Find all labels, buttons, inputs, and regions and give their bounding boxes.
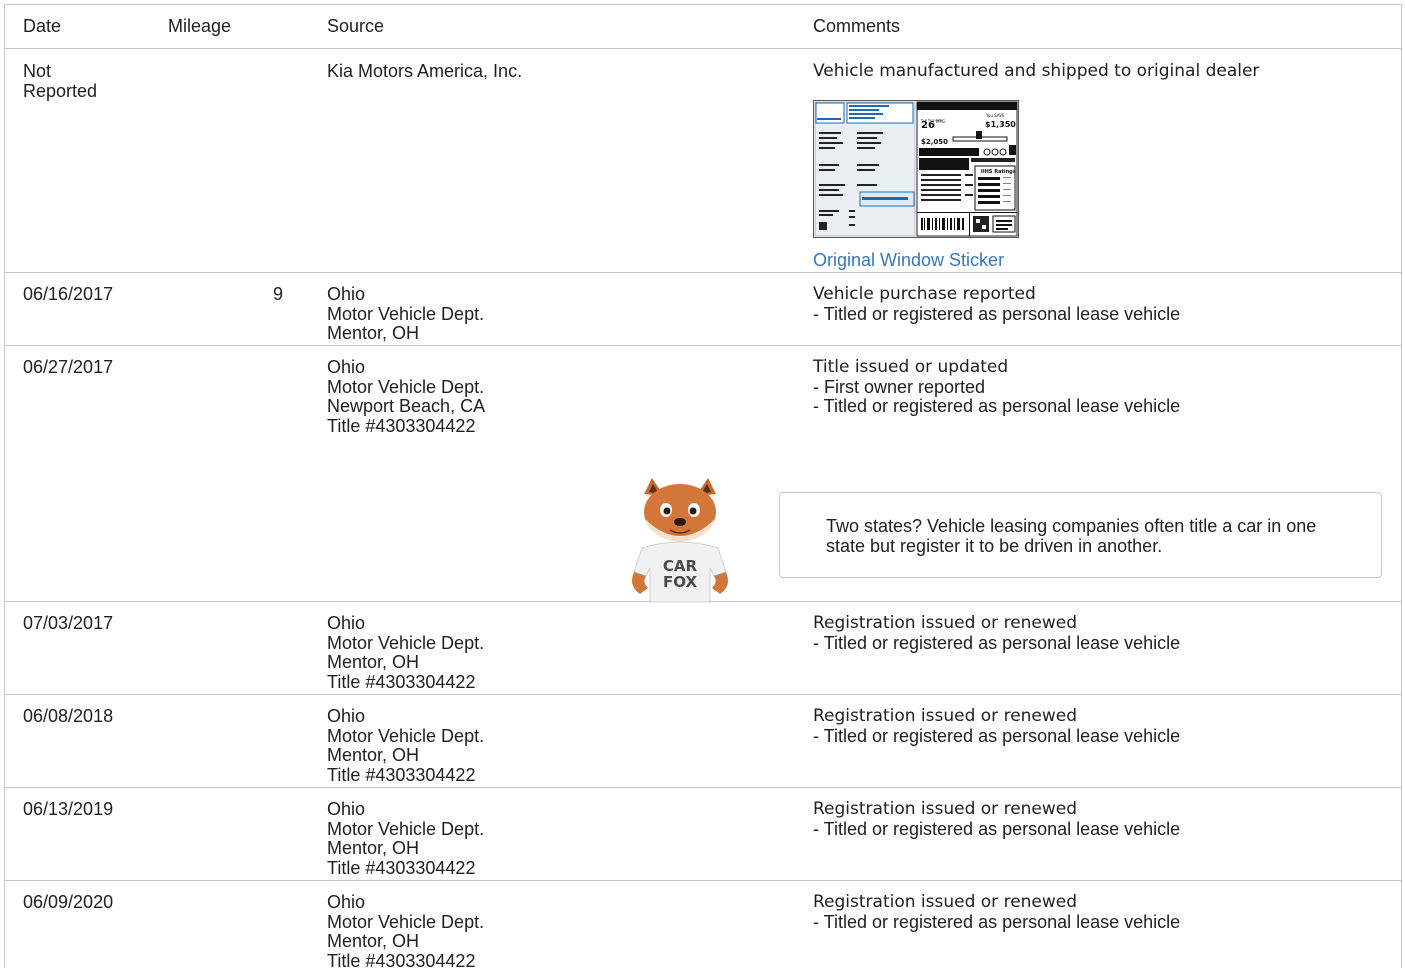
sticker-fuel-cost: $2,050 (921, 138, 948, 146)
comment-title: Title issued or updated (813, 357, 1009, 377)
comments-cell: Registration issued or renewed - Titled … (813, 613, 1393, 653)
date-cell: 06/08/2018 (23, 706, 114, 726)
table-header: Date Mileage Source Comments (5, 5, 1401, 49)
source-cell: Kia Motors America, Inc. (327, 61, 747, 82)
mileage-cell: 9 (272, 284, 283, 304)
source-line: Title #4303304422 (327, 764, 476, 785)
date-cell: Not Reported (23, 61, 133, 101)
source-line: Motor Vehicle Dept. (327, 376, 485, 397)
source-line: Mentor, OH (327, 323, 420, 343)
source-line: Motor Vehicle Dept. (327, 911, 485, 932)
source-line: Ohio (327, 799, 366, 819)
window-sticker-image: Fuel Economy 26 MPG You SAVE $1,350 $2,0… (813, 100, 1019, 238)
comments-cell: Vehicle manufactured and shipped to orig… (813, 61, 1393, 82)
date-line: Reported (23, 80, 98, 101)
carfox-tip-callout: Two states? Vehicle leasing companies of… (779, 492, 1382, 578)
table-row: 07/03/2017 Ohio Motor Vehicle Dept. Ment… (5, 602, 1401, 695)
source-cell: Ohio Motor Vehicle Dept. Mentor, OH Titl… (327, 613, 747, 692)
comment-item: - First owner reported (813, 376, 986, 397)
comment-title: Registration issued or renewed (813, 613, 1078, 633)
source-cell: Ohio Motor Vehicle Dept. Mentor, OH Titl… (327, 799, 747, 878)
comment-item: - Titled or registered as personal lease… (813, 911, 1181, 932)
vehicle-history-table: Date Mileage Source Comments Not Reporte… (4, 4, 1402, 970)
comments-cell: Title issued or updated - First owner re… (813, 357, 1393, 417)
source-line: Motor Vehicle Dept. (327, 632, 485, 653)
shirt-text-line2: FOX (663, 573, 697, 591)
source-line: Title #4303304422 (327, 950, 476, 971)
comment-item: - Titled or registered as personal lease… (813, 303, 1181, 324)
date-line: Not (23, 61, 52, 81)
source-line: Mentor, OH (327, 745, 420, 765)
comments-cell: Registration issued or renewed - Titled … (813, 799, 1393, 839)
source-line: Ohio (327, 357, 366, 377)
date-cell: 06/13/2019 (23, 799, 114, 819)
source-line: Title #4303304422 (327, 671, 476, 692)
window-sticker-link[interactable]: Original Window Sticker (813, 250, 1393, 271)
comment-item: - Titled or registered as personal lease… (813, 396, 1181, 416)
comment-title: Vehicle manufactured and shipped to orig… (813, 61, 1260, 81)
window-sticker-link-cell: Original Window Sticker (813, 250, 1393, 271)
date-cell: 07/03/2017 (23, 613, 114, 633)
comment-item: - Titled or registered as personal lease… (813, 632, 1181, 653)
source-cell: Ohio Motor Vehicle Dept. Mentor, OH Titl… (327, 892, 747, 971)
source-line: Mentor, OH (327, 838, 420, 858)
source-line: Motor Vehicle Dept. (327, 725, 485, 746)
header-mileage: Mileage (168, 16, 232, 36)
table-row: 06/13/2019 Ohio Motor Vehicle Dept. Ment… (5, 788, 1401, 881)
source-line: Ohio (327, 706, 366, 726)
sticker-mpg-unit: MPG (936, 119, 945, 124)
sticker-ratings-label: IIHS Ratings (981, 169, 1016, 175)
tip-text: Two states? Vehicle leasing companies of… (826, 516, 1317, 556)
comment-title: Registration issued or renewed (813, 799, 1078, 819)
header-source: Source (327, 16, 385, 36)
table-row: Not Reported Kia Motors America, Inc. Ve… (5, 49, 1401, 273)
carfox-mascot-icon: CAR FOX (632, 478, 728, 603)
source-line: Newport Beach, CA (327, 396, 486, 416)
source-cell: Ohio Motor Vehicle Dept. Newport Beach, … (327, 357, 747, 436)
table-row: 06/08/2018 Ohio Motor Vehicle Dept. Ment… (5, 695, 1401, 788)
table-row: 06/27/2017 Ohio Motor Vehicle Dept. Newp… (5, 346, 1401, 603)
source-line: Motor Vehicle Dept. (327, 303, 485, 324)
source-line: Ohio (327, 284, 366, 304)
date-cell: 06/27/2017 (23, 357, 114, 377)
comment-title: Vehicle purchase reported (813, 284, 1036, 304)
source-line: Title #4303304422 (327, 857, 476, 878)
source-line: Mentor, OH (327, 652, 420, 672)
date-cell: 06/09/2020 (23, 892, 114, 912)
window-sticker-thumbnail[interactable]: Fuel Economy 26 MPG You SAVE $1,350 $2,0… (813, 100, 1019, 243)
source-line: Ohio (327, 613, 366, 633)
comment-title: Registration issued or renewed (813, 892, 1078, 912)
table-row: 06/16/2017 9 Ohio Motor Vehicle Dept. Me… (5, 273, 1401, 346)
source-cell: Ohio Motor Vehicle Dept. Mentor, OH (327, 284, 747, 344)
comments-cell: Registration issued or renewed - Titled … (813, 892, 1393, 932)
sticker-mpg: 26 (921, 120, 935, 131)
source-line: Motor Vehicle Dept. (327, 818, 485, 839)
header-comments: Comments (813, 16, 901, 36)
svg-text:You SAVE: You SAVE (985, 113, 1005, 118)
comments-cell: Registration issued or renewed - Titled … (813, 706, 1393, 746)
comment-item: - Titled or registered as personal lease… (813, 818, 1181, 839)
source-line: Kia Motors America, Inc. (327, 61, 523, 81)
source-line: Title #4303304422 (327, 415, 476, 436)
source-line: Ohio (327, 892, 366, 912)
source-line: Mentor, OH (327, 931, 420, 951)
source-cell: Ohio Motor Vehicle Dept. Mentor, OH Titl… (327, 706, 747, 785)
date-cell: 06/16/2017 (23, 284, 114, 304)
sticker-save: $1,350 (985, 120, 1016, 129)
comment-title: Registration issued or renewed (813, 706, 1078, 726)
header-date: Date (23, 16, 62, 36)
comments-cell: Vehicle purchase reported - Titled or re… (813, 284, 1393, 324)
carfox-mascot-image: CAR FOX (622, 476, 738, 606)
table-row: 06/09/2020 Ohio Motor Vehicle Dept. Ment… (5, 881, 1401, 973)
comment-item: - Titled or registered as personal lease… (813, 725, 1181, 746)
